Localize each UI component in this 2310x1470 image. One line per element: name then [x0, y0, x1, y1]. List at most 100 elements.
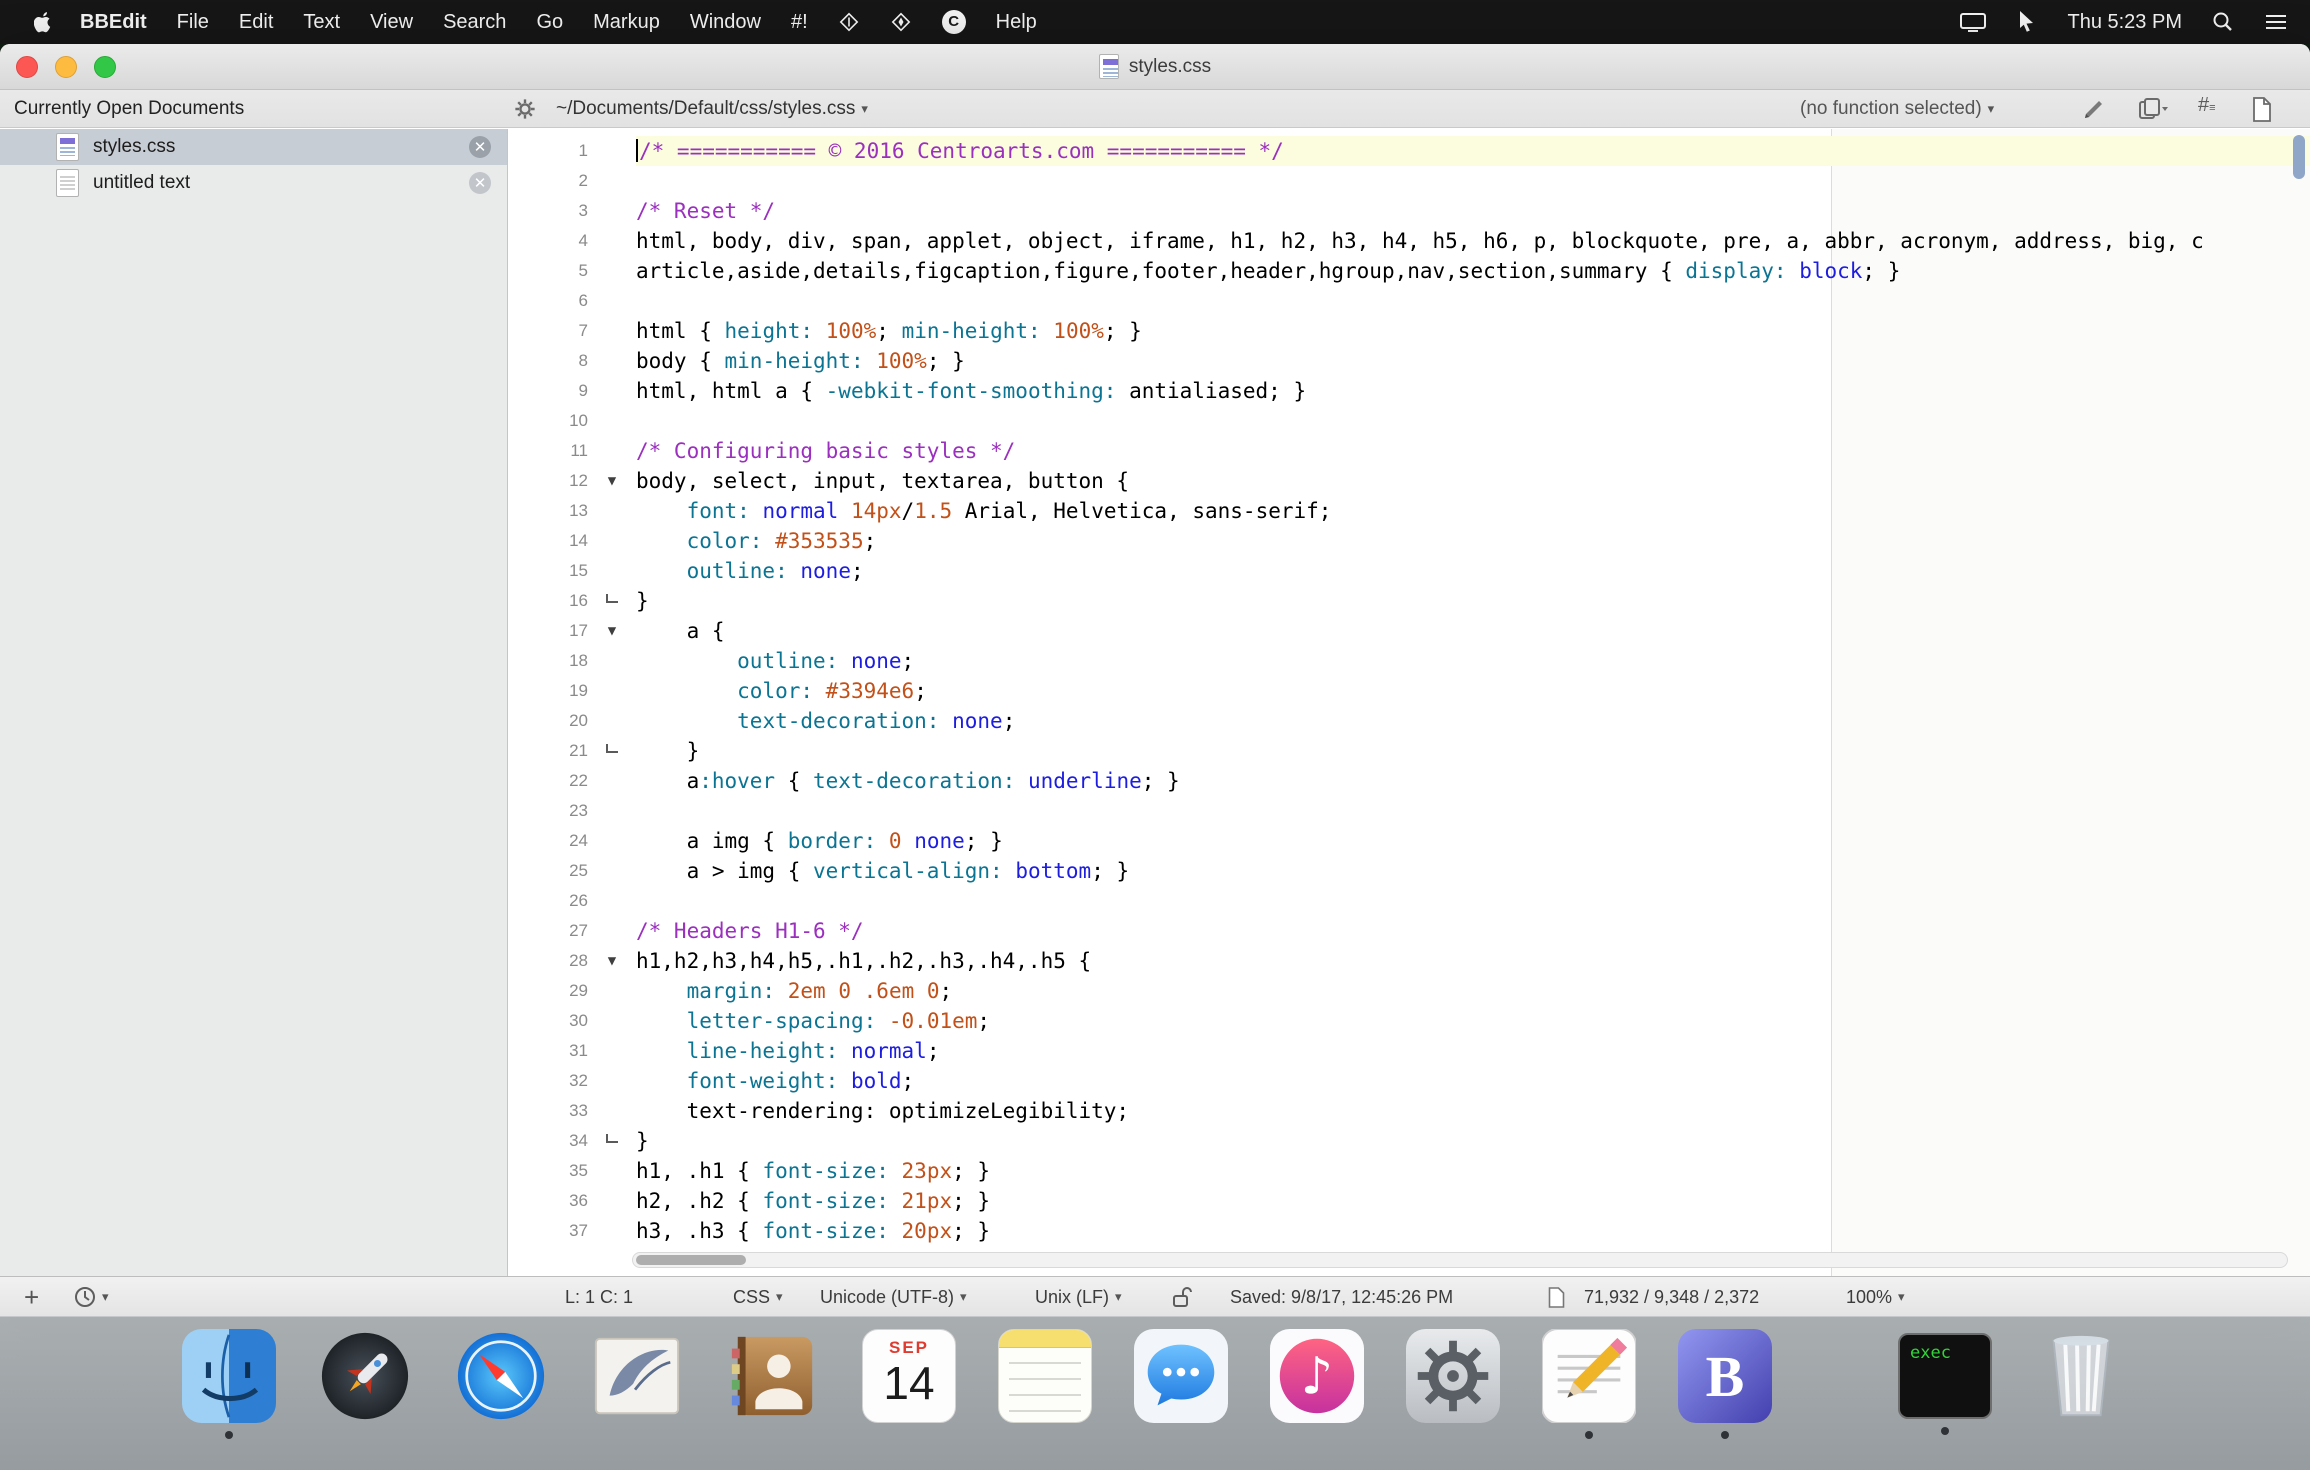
line-number[interactable]: 15 — [508, 556, 588, 586]
code-line[interactable]: 9html, html a { -webkit-font-smoothing: … — [508, 376, 2310, 406]
line-number[interactable]: 32 — [508, 1066, 588, 1096]
code-text[interactable]: } — [636, 736, 2310, 766]
line-numbers-icon[interactable]: #≡ — [2198, 94, 2217, 117]
code-text[interactable]: margin: 2em 0 .6em 0; — [636, 976, 2310, 1006]
code-text[interactable]: a { — [636, 616, 2310, 646]
dock-item-calendar[interactable]: SEP 14 — [861, 1329, 957, 1439]
line-number[interactable]: 18 — [508, 646, 588, 676]
menu-search[interactable]: Search — [428, 0, 521, 44]
code-text[interactable] — [636, 286, 2310, 316]
language-popup[interactable]: CSS▾ — [733, 1277, 783, 1316]
dock-item-safari[interactable] — [453, 1329, 549, 1439]
add-button[interactable]: + — [24, 1277, 39, 1316]
line-number[interactable]: 24 — [508, 826, 588, 856]
minimize-button[interactable] — [55, 56, 77, 78]
code-text[interactable]: h1,h2,h3,h4,h5,.h1,.h2,.h3,.h4,.h5 { — [636, 946, 2310, 976]
code-text[interactable] — [636, 796, 2310, 826]
code-text[interactable]: /* =========== © 2016 Centroarts.com ===… — [636, 136, 2310, 166]
title-bar[interactable]: styles.css — [0, 44, 2310, 90]
line-number[interactable]: 10 — [508, 406, 588, 436]
code-line[interactable]: 20 text-decoration: none; — [508, 706, 2310, 736]
line-number[interactable]: 30 — [508, 1006, 588, 1036]
line-number[interactable]: 36 — [508, 1186, 588, 1216]
code-text[interactable]: h2, .h2 { font-size: 21px; } — [636, 1186, 2310, 1216]
code-text[interactable]: article,aside,details,figcaption,figure,… — [636, 256, 2310, 286]
zoom-popup[interactable]: 100%▾ — [1846, 1277, 1905, 1316]
line-number[interactable]: 4 — [508, 226, 588, 256]
code-line[interactable]: 33 text-rendering: optimizeLegibility; — [508, 1096, 2310, 1126]
sidebar-item-styles-css[interactable]: styles.css ✕ — [0, 129, 507, 165]
code-text[interactable]: body, select, input, textarea, button { — [636, 466, 2310, 496]
code-line[interactable]: 30 letter-spacing: -0.01em; — [508, 1006, 2310, 1036]
dock-item-system-preferences[interactable] — [1405, 1329, 1501, 1439]
fold-marker[interactable]: ▼ — [588, 616, 636, 646]
code-text[interactable]: html { height: 100%; min-height: 100%; } — [636, 316, 2310, 346]
encoding-popup[interactable]: Unicode (UTF-8)▾ — [820, 1277, 967, 1316]
code-text[interactable]: font-weight: bold; — [636, 1066, 2310, 1096]
fold-marker[interactable] — [588, 1126, 636, 1156]
code-line[interactable]: 24 a img { border: 0 none; } — [508, 826, 2310, 856]
code-line[interactable]: 8body { min-height: 100%; } — [508, 346, 2310, 376]
line-number[interactable]: 13 — [508, 496, 588, 526]
code-line[interactable]: 7 html { height: 100%; min-height: 100%; … — [508, 316, 2310, 346]
code-line[interactable]: 3/* Reset */ — [508, 196, 2310, 226]
line-number[interactable]: 31 — [508, 1036, 588, 1066]
code-text[interactable]: letter-spacing: -0.01em; — [636, 1006, 2310, 1036]
dock-item-notes[interactable] — [997, 1329, 1093, 1439]
close-button[interactable] — [16, 56, 38, 78]
line-number[interactable]: 25 — [508, 856, 588, 886]
line-number[interactable]: 20 — [508, 706, 588, 736]
pencil-icon[interactable] — [2082, 97, 2106, 121]
line-number[interactable]: 5 — [508, 256, 588, 286]
dock-item-finder[interactable] — [181, 1329, 277, 1439]
line-number[interactable]: 2 — [508, 166, 588, 196]
fold-marker[interactable] — [588, 736, 636, 766]
line-number[interactable]: 34 — [508, 1126, 588, 1156]
code-text[interactable]: outline: none; — [636, 556, 2310, 586]
code-line[interactable]: 21 } — [508, 736, 2310, 766]
code-line[interactable]: 28▼h1,h2,h3,h4,h5,.h1,.h2,.h3,.h4,.h5 { — [508, 946, 2310, 976]
code-line[interactable]: 26 — [508, 886, 2310, 916]
dock-item-textedit[interactable] — [1541, 1329, 1637, 1439]
menu-go[interactable]: Go — [521, 0, 578, 44]
dock-item-launchpad[interactable] — [317, 1329, 413, 1439]
line-number[interactable]: 33 — [508, 1096, 588, 1126]
pointer-icon[interactable] — [2017, 10, 2037, 34]
line-number[interactable]: 35 — [508, 1156, 588, 1186]
dock-item-trash[interactable] — [2033, 1329, 2129, 1439]
code-line[interactable]: 18 outline: none; — [508, 646, 2310, 676]
line-number[interactable]: 3 — [508, 196, 588, 226]
scripts-diamond-icon[interactable] — [823, 11, 875, 33]
line-endings-popup[interactable]: Unix (LF)▾ — [1035, 1277, 1122, 1316]
spotlight-search-icon[interactable] — [2212, 11, 2234, 33]
menu-shebang[interactable]: #! — [776, 0, 823, 44]
menu-window[interactable]: Window — [675, 0, 776, 44]
code-text[interactable]: a img { border: 0 none; } — [636, 826, 2310, 856]
line-number[interactable]: 14 — [508, 526, 588, 556]
code-line[interactable]: 27/* Headers H1-6 */ — [508, 916, 2310, 946]
code-text[interactable]: color: #353535; — [636, 526, 2310, 556]
code-text[interactable]: h3, .h3 { font-size: 20px; } — [636, 1216, 2310, 1246]
code-text[interactable]: /* Configuring basic styles */ — [636, 436, 2310, 466]
code-line[interactable]: 37h3, .h3 { font-size: 20px; } — [508, 1216, 2310, 1246]
fold-marker[interactable]: ▼ — [588, 946, 636, 976]
code-text[interactable]: } — [636, 586, 2310, 616]
line-number[interactable]: 19 — [508, 676, 588, 706]
code-text[interactable]: h1, .h1 { font-size: 23px; } — [636, 1156, 2310, 1186]
fold-marker[interactable] — [588, 586, 636, 616]
code-line[interactable]: 17▼ a { — [508, 616, 2310, 646]
line-number[interactable]: 7 — [508, 316, 588, 346]
code-line[interactable]: 36 h2, .h2 { font-size: 21px; } — [508, 1186, 2310, 1216]
line-number[interactable]: 12 — [508, 466, 588, 496]
code-line[interactable]: 13 font: normal 14px/1.5 Arial, Helvetic… — [508, 496, 2310, 526]
menu-file[interactable]: File — [162, 0, 224, 44]
dock-item-exec-terminal[interactable]: exec — [1897, 1329, 1993, 1435]
line-number[interactable]: 29 — [508, 976, 588, 1006]
line-number[interactable]: 16 — [508, 586, 588, 616]
code-line[interactable]: 29 margin: 2em 0 .6em 0; — [508, 976, 2310, 1006]
line-number[interactable]: 17 — [508, 616, 588, 646]
dock-item-messages[interactable] — [1133, 1329, 1229, 1439]
line-number[interactable]: 9 — [508, 376, 588, 406]
airplay-display-icon[interactable] — [1959, 11, 1987, 33]
code-line[interactable]: 10 — [508, 406, 2310, 436]
